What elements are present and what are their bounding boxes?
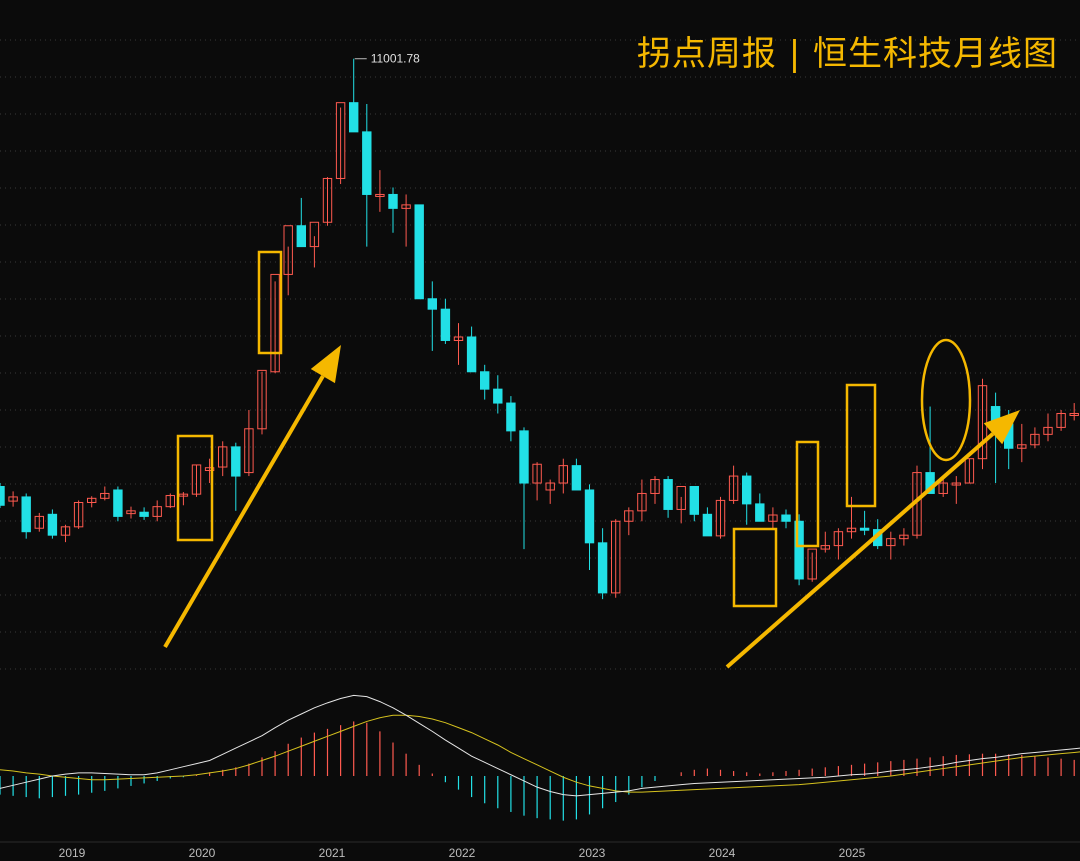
candle-down	[388, 193, 398, 209]
candle-down	[689, 486, 699, 515]
candle-down	[296, 225, 307, 248]
x-tick-label: 2023	[579, 846, 606, 860]
x-axis: 2019 2020 2021 2022 2023 2024 2025	[59, 846, 866, 860]
candle-down	[427, 298, 438, 310]
candle-down	[506, 402, 516, 432]
x-tick-label: 2024	[709, 846, 736, 860]
x-tick-label: 2020	[189, 846, 216, 860]
candle-down	[493, 388, 503, 404]
candle-down	[480, 371, 490, 390]
annotation-layer	[163, 250, 1020, 669]
x-tick-label: 2019	[59, 846, 86, 860]
candle-down	[21, 496, 31, 533]
grid-lines	[0, 39, 1080, 843]
candlestick-chart: 2019 2020 2021 2022 2023 2024 2025 11001.78	[0, 39, 1080, 860]
dea-line	[0, 714, 1080, 793]
candle-down	[414, 204, 424, 300]
candle-down	[139, 511, 149, 517]
highlight-ellipse	[920, 338, 972, 462]
peak-label: 11001.78	[371, 52, 420, 66]
candle-down	[584, 489, 595, 544]
candles-layer	[0, 58, 1079, 600]
candle-down	[781, 514, 791, 522]
candle-down	[571, 465, 582, 491]
candle-down	[349, 102, 359, 133]
highlight-box	[176, 434, 214, 542]
candle-down	[663, 479, 673, 510]
candle-down	[362, 131, 372, 195]
x-tick-label: 2021	[319, 846, 346, 860]
x-tick-label: 2025	[839, 846, 866, 860]
peak-marker: 11001.78	[354, 52, 420, 66]
arrow-head	[310, 345, 341, 384]
candle-down	[519, 430, 529, 484]
x-tick-label: 2022	[449, 846, 476, 860]
candle-down	[859, 527, 870, 531]
candle-down	[755, 503, 765, 522]
arrow-shaft	[725, 432, 995, 669]
candle-down	[597, 542, 608, 594]
candle-down	[440, 308, 451, 341]
chart-title: 拐点周报 | 恒生科技月线图	[636, 34, 1058, 74]
candle-down	[113, 489, 123, 517]
arrow-up-left	[163, 345, 341, 649]
arrow-up-right	[725, 410, 1020, 669]
highlight-box	[845, 383, 877, 508]
dif-line	[0, 694, 1080, 797]
macd-layer	[0, 694, 1080, 821]
candle-down	[0, 486, 5, 506]
candle-down	[742, 475, 752, 505]
highlight-box	[732, 527, 778, 608]
candle-down	[702, 513, 713, 537]
candle-down	[231, 446, 241, 477]
arrow-shaft	[163, 375, 325, 649]
candle-down	[466, 336, 477, 373]
highlight-box	[257, 250, 283, 355]
candle-down	[47, 513, 58, 536]
